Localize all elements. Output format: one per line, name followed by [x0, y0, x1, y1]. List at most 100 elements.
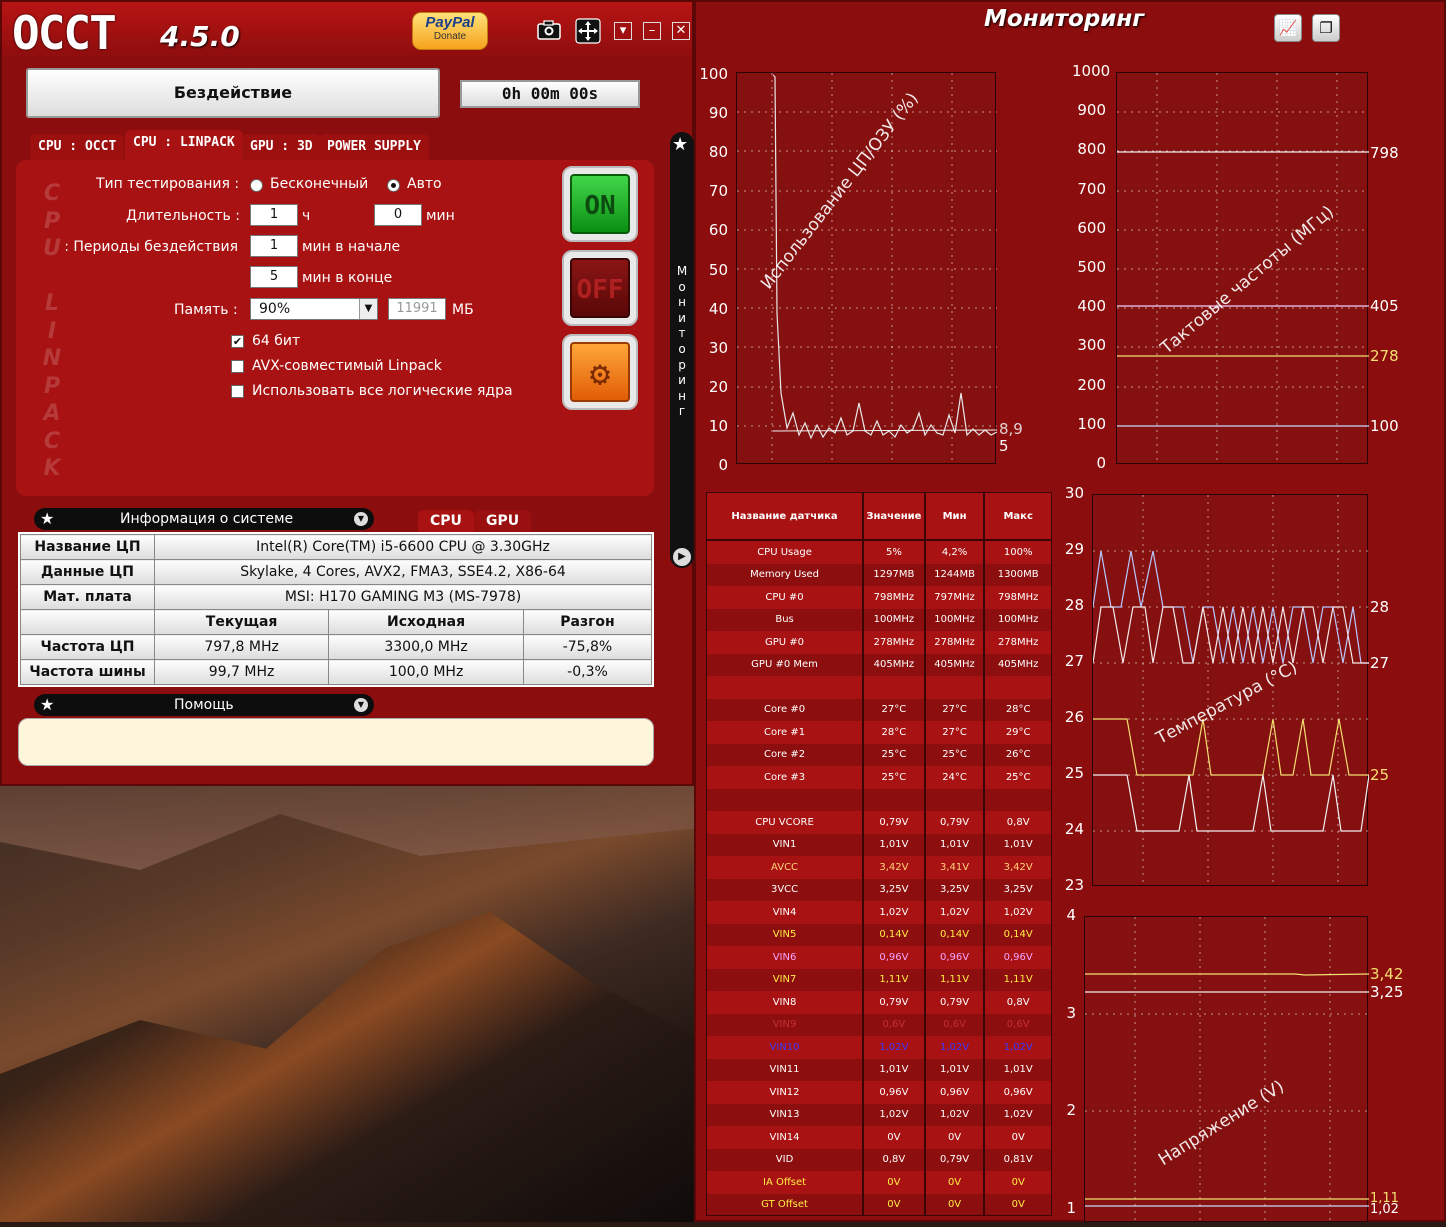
window-restore-icon[interactable]: ❐ — [1312, 14, 1340, 42]
sensor-row: VIN10 1,02V 1,02V 1,02V — [707, 1036, 1051, 1059]
y-tick-label: 25 — [1064, 764, 1084, 782]
radio-infinite[interactable] — [250, 179, 263, 192]
radio-infinite-label[interactable]: Бесконечный — [270, 176, 368, 192]
radio-auto-label[interactable]: Авто — [407, 176, 442, 192]
graph-view-icon[interactable]: 📈 — [1274, 14, 1302, 42]
y-tick-label: 400 — [1077, 297, 1106, 316]
y-tick-label: 50 — [708, 260, 728, 279]
on-button[interactable]: ON — [562, 166, 638, 242]
sensor-min: 27°C — [926, 721, 986, 744]
sensor-name: VIN9 — [707, 1013, 865, 1036]
y-tick-label: 40 — [708, 299, 728, 318]
sensor-name: VIN6 — [707, 946, 865, 969]
sensor-max: 0V — [1011, 1131, 1025, 1143]
monitoring-vertical-label: Мониторинг — [676, 264, 688, 419]
chevron-down-icon[interactable]: ▼ — [354, 512, 368, 526]
sensor-name: GPU #0 — [707, 631, 865, 654]
memory-select[interactable]: 90% ▼ — [250, 298, 378, 320]
dropdown-menu-icon[interactable]: ▾ — [614, 22, 632, 40]
paypal-label: PayPal — [425, 14, 475, 31]
y-tick-label: 20 — [708, 377, 728, 396]
idle-start-input[interactable]: 1 — [250, 235, 298, 257]
cpu-linpack-vertical-label: CPULINPACK — [42, 181, 62, 481]
memory-label: Память : — [174, 302, 238, 318]
checkbox-64bit[interactable]: ✔ — [231, 335, 244, 348]
chevron-down-icon[interactable]: ▼ — [359, 299, 377, 319]
col-min: Мин — [926, 493, 986, 539]
sensor-min: 0V — [925, 1193, 986, 1215]
sensor-min: 4,2% — [926, 541, 986, 564]
duration-minutes-input[interactable]: 0 — [374, 204, 422, 226]
checkbox-avx-linpack[interactable] — [231, 360, 244, 373]
cpu-freq-header: Частота ЦП — [20, 634, 155, 660]
sensor-value: 0,6V — [864, 1013, 926, 1036]
sensor-max: 1,01V — [985, 1058, 1051, 1081]
status-display: Бездействие — [26, 68, 440, 118]
motherboard-value: MSI: H170 GAMING M3 (MS-7978) — [154, 584, 652, 610]
sensor-min: 1244MB — [925, 563, 986, 586]
tab-power-supply[interactable]: POWER SUPPLY — [319, 134, 429, 160]
sensor-row: CPU #0 798MHz 797MHz 798MHz — [707, 586, 1051, 609]
sensor-min: 1,01V — [925, 1058, 986, 1081]
sensor-name: VIN11 — [707, 1058, 865, 1081]
sensor-name: Core #3 — [707, 766, 865, 789]
tab-cpu-occt[interactable]: CPU : OCCT — [30, 134, 125, 160]
sensor-min: 0,79V — [926, 991, 986, 1014]
off-button[interactable]: OFF — [562, 250, 638, 326]
monitoring-side-panel[interactable]: ★ Мониторинг ▶ — [670, 132, 694, 568]
sensor-row: CPU Usage 5% 4,2% 100% — [707, 541, 1051, 564]
sensor-max: 0,8V — [1006, 816, 1030, 828]
idle-end-input[interactable]: 5 — [250, 266, 298, 288]
sensor-row: VIN14 0V 0V 0V — [707, 1126, 1051, 1149]
move-icon[interactable] — [575, 18, 601, 44]
camera-icon[interactable] — [536, 18, 562, 44]
tab-cpu-linpack[interactable]: CPU : LINPACK — [125, 130, 243, 160]
sensor-min — [926, 676, 986, 699]
chevron-down-icon[interactable]: ▼ — [354, 698, 368, 712]
sensor-min: 405MHz — [925, 653, 986, 676]
cpu-usage-chart: Использование ЦП/ОЗУ (%) — [736, 72, 998, 465]
paypal-donate-button[interactable]: PayPal Donate — [412, 12, 488, 50]
tab-gpu-3d[interactable]: GPU : 3D — [242, 134, 321, 160]
system-info-bar[interactable]: ★ Информация о системе ▼ — [34, 508, 374, 530]
col-max: Макс — [1003, 510, 1033, 522]
sensor-name: IA Offset — [707, 1171, 865, 1194]
sensor-name: VIN8 — [707, 991, 865, 1014]
y-tick-label: 1000 — [1072, 62, 1111, 80]
help-bar[interactable]: ★ Помощь ▼ — [34, 694, 374, 716]
duration-hours-input[interactable]: 1 — [250, 204, 298, 226]
sensor-min: 24°C — [926, 766, 986, 789]
radio-auto[interactable] — [387, 179, 400, 192]
settings-button[interactable]: ⚙ — [562, 334, 638, 410]
sensor-value: 100MHz — [864, 608, 926, 631]
sensor-name: VIN10 — [707, 1036, 865, 1059]
col-overclock: Разгон — [522, 609, 653, 635]
clock-level-278: 278 — [1370, 347, 1399, 365]
sensor-max: 0,96V — [1003, 951, 1033, 963]
clock-level-100: 100 — [1370, 417, 1399, 435]
sysinfo-tab-cpu[interactable]: CPU — [418, 510, 474, 532]
title-bar[interactable]: OCCT 4.5.0 PayPal Donate ▾ – ✕ — [2, 2, 692, 60]
sensor-value: 405MHz — [864, 653, 926, 676]
sensor-table: Название датчика Значение Мин Макс CPU U… — [706, 492, 1052, 1216]
expand-arrow-icon[interactable]: ▶ — [673, 548, 691, 566]
y-tick-label: 100 — [699, 65, 728, 83]
star-icon[interactable]: ★ — [672, 134, 688, 155]
sysinfo-tab-gpu[interactable]: GPU — [474, 510, 532, 532]
test-timer: 0h 00m 00s — [460, 80, 640, 108]
y-tick-label: 900 — [1077, 101, 1106, 120]
star-icon[interactable]: ★ — [40, 694, 54, 716]
sensor-min: 0,79V — [926, 811, 986, 834]
duration-label: Длительность : — [126, 208, 240, 224]
checkbox-64bit-label[interactable]: 64 бит — [252, 333, 300, 349]
star-icon[interactable]: ★ — [40, 508, 54, 530]
volt-level-325: 3,25 — [1370, 983, 1404, 1001]
checkbox-all-cores-label[interactable]: Использовать все логические ядра — [252, 383, 513, 399]
minimize-icon[interactable]: – — [643, 22, 661, 40]
app-version: 4.5.0 — [160, 20, 240, 53]
checkbox-all-cores[interactable] — [231, 385, 244, 398]
close-icon[interactable]: ✕ — [672, 22, 690, 40]
sensor-row — [707, 676, 1051, 699]
checkbox-avx-label[interactable]: AVX-совместимый Linpack — [252, 358, 442, 374]
idle-start-unit: мин в начале — [302, 239, 401, 255]
